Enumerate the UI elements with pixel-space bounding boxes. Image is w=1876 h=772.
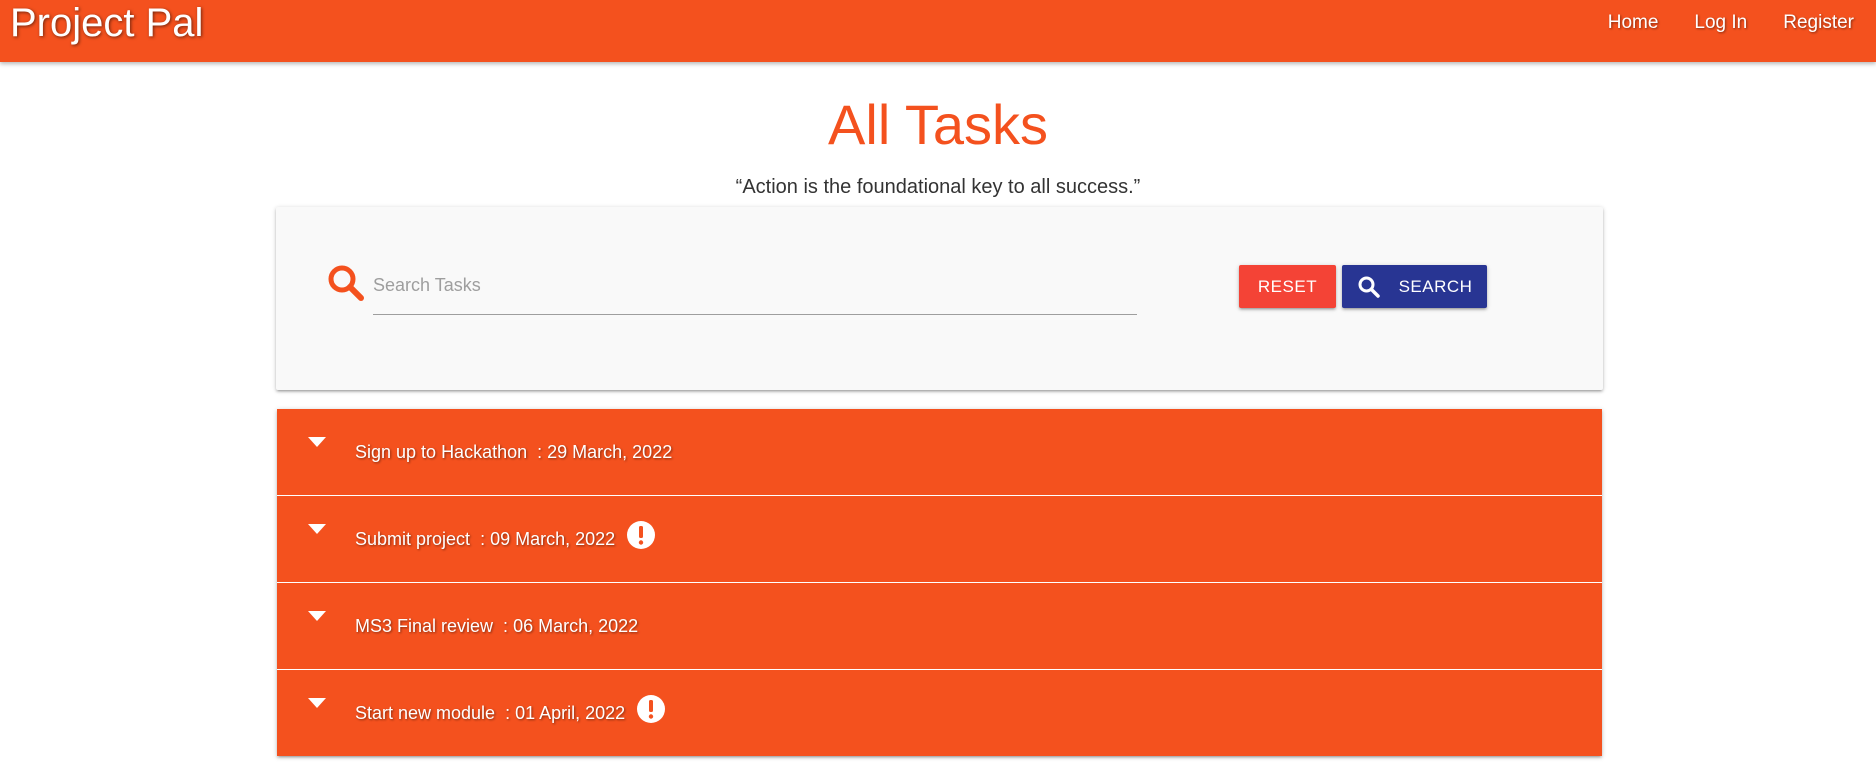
task-due-date: 06 March, 2022 bbox=[513, 616, 639, 636]
motivational-quote: “Action is the foundational key to all s… bbox=[735, 176, 1141, 198]
search-button-label: SEARCH bbox=[1398, 276, 1473, 296]
task-item[interactable]: Start new module : 01 April, 2022 bbox=[277, 670, 1602, 756]
nav-link-login[interactable]: Log In bbox=[1676, 0, 1765, 46]
task-separator: : bbox=[495, 703, 516, 723]
caret-down-icon bbox=[308, 524, 326, 534]
task-list: Sign up to Hackathon : 29 March, 2022 Su… bbox=[277, 409, 1602, 756]
brand-logo-link[interactable]: Project Pal bbox=[10, 0, 203, 46]
task-header: Start new module : 01 April, 2022 bbox=[355, 695, 666, 725]
task-name: MS3 Final review bbox=[355, 616, 494, 636]
task-name: Start new module bbox=[355, 703, 496, 723]
reset-button-label: RESET bbox=[1257, 276, 1318, 296]
search-input[interactable] bbox=[373, 257, 1137, 315]
search-button[interactable]: SEARCH bbox=[1342, 265, 1487, 308]
task-name: Sign up to Hackathon bbox=[355, 442, 528, 462]
task-separator: : bbox=[470, 529, 491, 549]
task-header: MS3 Final review : 06 March, 2022 bbox=[355, 614, 638, 638]
page-title: All Tasks bbox=[828, 93, 1048, 156]
search-card: RESET SEARCH bbox=[276, 207, 1603, 390]
task-item[interactable]: MS3 Final review : 06 March, 2022 bbox=[277, 583, 1602, 670]
nav-links: Home Log In Register bbox=[1590, 0, 1872, 46]
search-icon bbox=[1358, 276, 1380, 298]
task-item[interactable]: Submit project : 09 March, 2022 bbox=[277, 496, 1602, 583]
exclamation-circle-icon bbox=[637, 695, 666, 723]
task-header: Submit project : 09 March, 2022 bbox=[355, 521, 656, 551]
task-due-date: 01 April, 2022 bbox=[515, 703, 626, 723]
exclamation-circle-icon bbox=[627, 521, 656, 549]
task-separator: : bbox=[493, 616, 514, 636]
task-header: Sign up to Hackathon : 29 March, 2022 bbox=[355, 440, 672, 464]
task-due-date: 09 March, 2022 bbox=[490, 529, 616, 549]
reset-button[interactable]: RESET bbox=[1239, 265, 1336, 308]
task-separator: : bbox=[527, 442, 548, 462]
search-icon bbox=[328, 265, 364, 301]
caret-down-icon bbox=[308, 437, 326, 447]
caret-down-icon bbox=[308, 698, 326, 708]
task-name: Submit project bbox=[355, 529, 471, 549]
caret-down-icon bbox=[308, 611, 326, 621]
task-item[interactable]: Sign up to Hackathon : 29 March, 2022 bbox=[277, 409, 1602, 496]
navbar: Project Pal Home Log In Register bbox=[0, 0, 1876, 62]
nav-link-register[interactable]: Register bbox=[1765, 0, 1872, 46]
task-due-date: 29 March, 2022 bbox=[547, 442, 673, 462]
nav-link-home[interactable]: Home bbox=[1590, 0, 1677, 46]
